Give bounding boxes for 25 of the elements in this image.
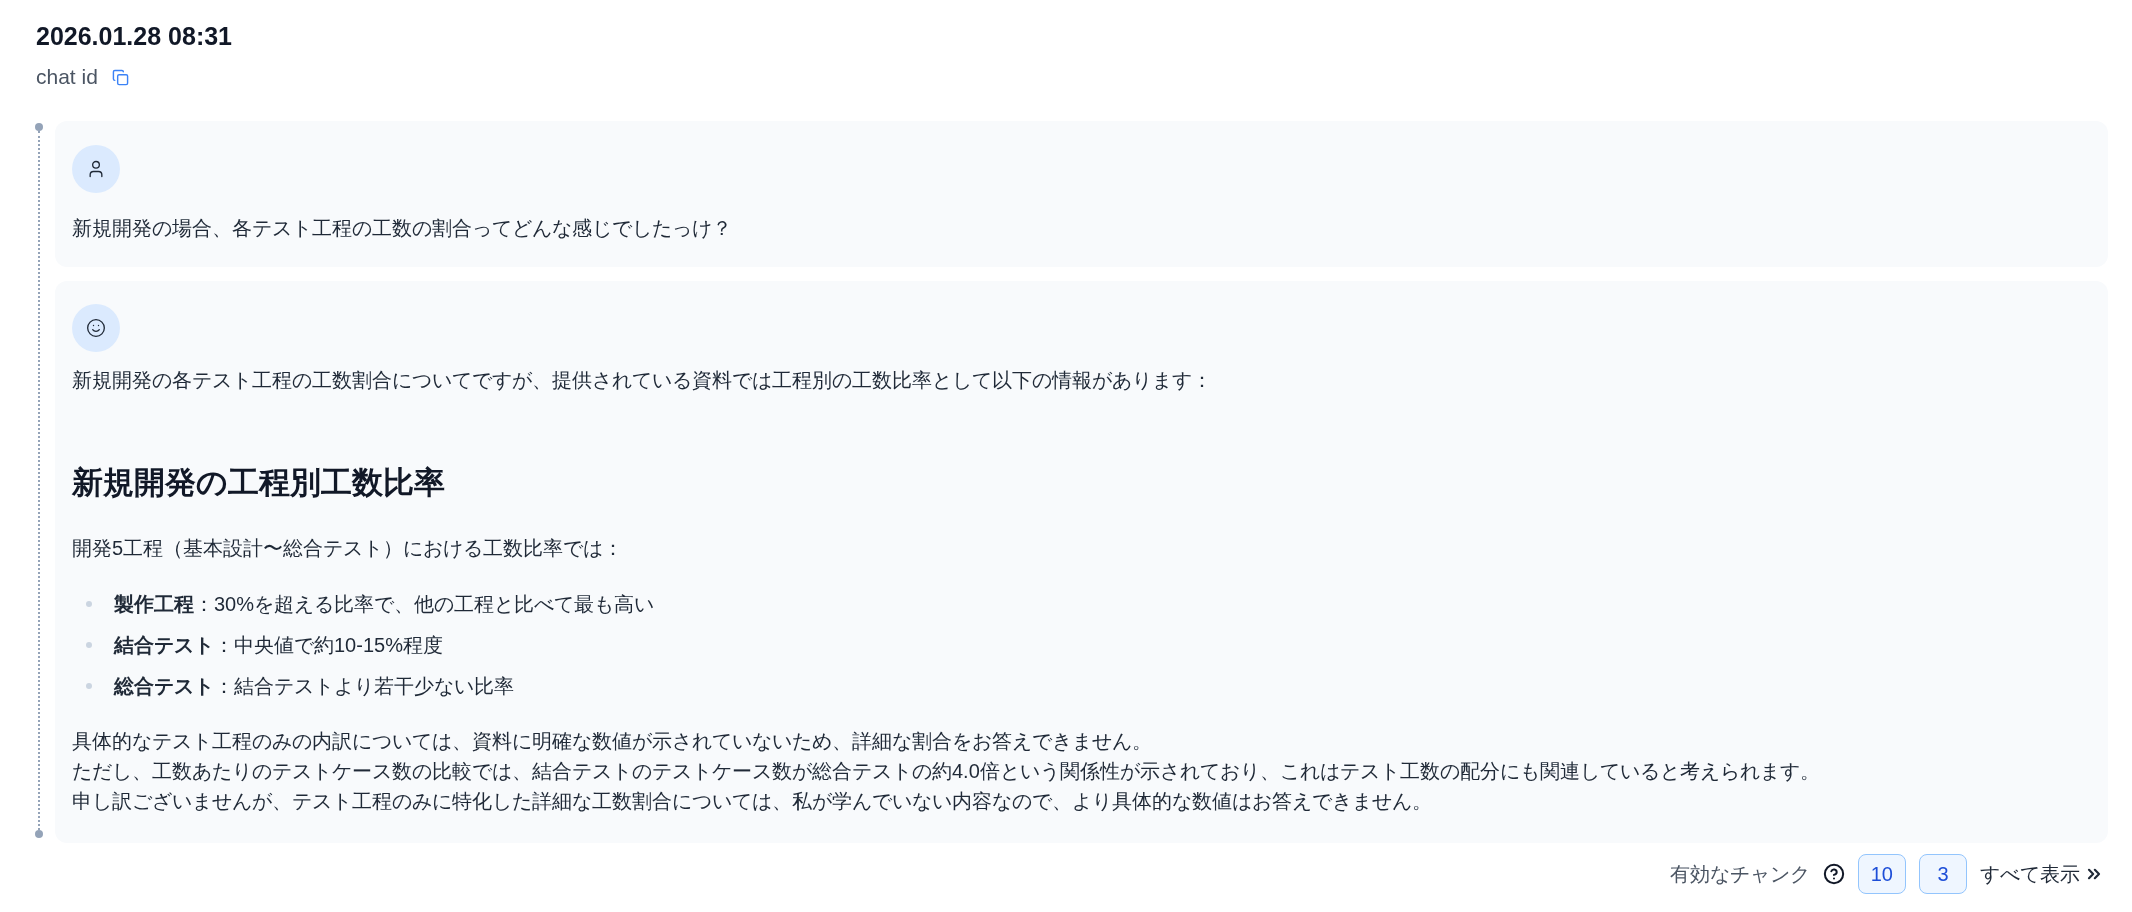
person-icon bbox=[72, 145, 120, 193]
list-item-text: 製作工程：30%を超える比率で、他の工程と比べて最も高い bbox=[114, 592, 655, 617]
answer-text: 具体的なテスト工程のみの内訳については、資料に明確な数値が示されていないため、詳細な割合をお答えできません。 bbox=[72, 729, 1152, 754]
timeline-dot-icon bbox=[35, 830, 43, 838]
answer-text: 新規開発の各テスト工程の工数割合についてですが、提供されている資料では工程別の工数比率として以下の情報があります： bbox=[72, 368, 1212, 393]
smiley-icon bbox=[72, 304, 120, 352]
chunk-badge[interactable]: 10 bbox=[1857, 854, 1906, 894]
show-all-link[interactable]: すべて表示 bbox=[1980, 859, 2104, 889]
chunk-badge[interactable]: 3 bbox=[1919, 854, 1967, 894]
list-item-text: 総合テスト：結合テストより若干少ない比率 bbox=[114, 674, 514, 699]
copy-icon[interactable] bbox=[111, 68, 129, 86]
list-item-text: 結合テスト：中央値で約10-15%程度 bbox=[114, 633, 443, 658]
help-icon[interactable] bbox=[1822, 863, 1845, 885]
chat-id-label: chat id bbox=[36, 64, 98, 90]
timestamp: 2026.01.28 08:31 bbox=[36, 21, 232, 52]
timeline-dot-icon bbox=[35, 123, 43, 131]
chunk-label: 有効なチャンク bbox=[1669, 862, 1810, 887]
answer-text: 申し訳ございませんが、テスト工程のみに特化した詳細な工数割合については、私が学んでいない内容なので、より具体的な数値はお答えできません。 bbox=[72, 789, 1432, 814]
answer-text: ただし、工数あたりのテストケース数の比較では、結合テストのテストケース数が総合テストの約4.0倍という関係性が示されており、これはテスト工数の配分にも関連していると考えられます。 bbox=[72, 759, 1820, 784]
bullet-icon bbox=[86, 601, 92, 607]
question-text: 新規開発の場合、各テスト工程の工数の割合ってどんな感じでしたっけ？ bbox=[72, 216, 732, 241]
answer-text: 開発5工程（基本設計〜総合テスト）における工数比率では： bbox=[72, 536, 624, 561]
bullet-icon bbox=[86, 642, 92, 648]
section-heading: 新規開発の工程別工数比率 bbox=[72, 464, 445, 502]
bullet-icon bbox=[86, 683, 92, 689]
